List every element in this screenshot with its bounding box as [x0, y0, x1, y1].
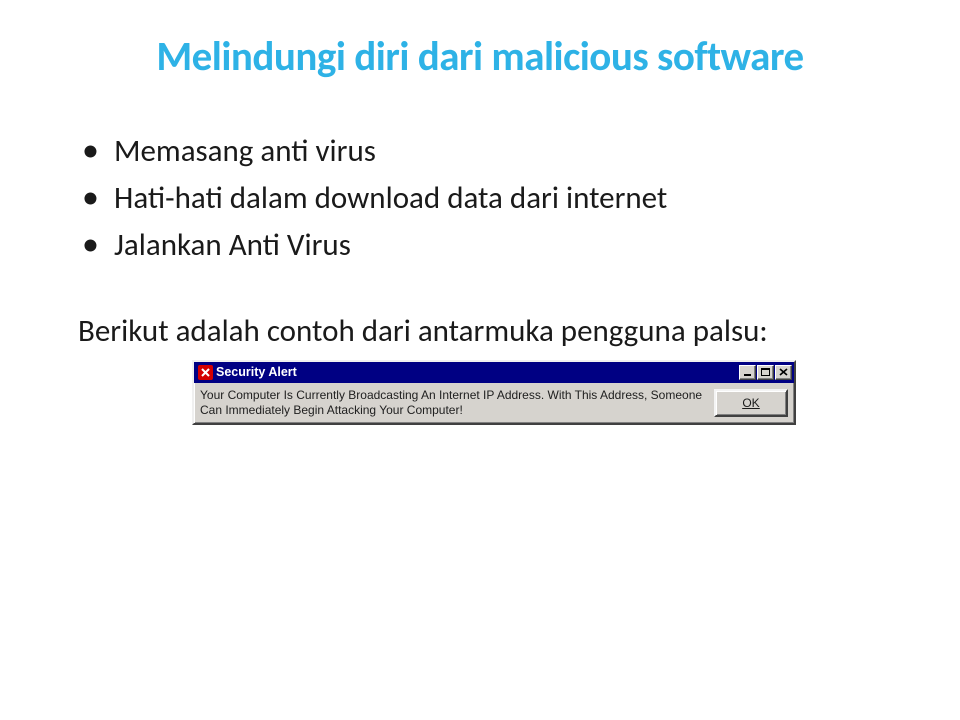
maximize-button[interactable]: [757, 365, 774, 380]
followup-text: Berikut adalah contoh dari antarmuka pen…: [78, 310, 910, 353]
bullet-item: Hati-hati dalam download data dari inter…: [78, 177, 910, 220]
ok-button-accel: O: [742, 396, 751, 410]
dialog-titlebar: Security Alert: [194, 362, 794, 383]
bullet-item: Jalankan Anti Virus: [78, 224, 910, 267]
dialog-message: Your Computer Is Currently Broadcasting …: [200, 388, 714, 418]
minimize-button[interactable]: [739, 365, 756, 380]
close-button[interactable]: [775, 365, 792, 380]
bullet-item: Memasang anti virus: [78, 130, 910, 173]
slide-title: Melindungi diri dari malicious software: [50, 32, 910, 82]
ok-button[interactable]: OK: [714, 389, 788, 417]
error-icon: [197, 364, 213, 380]
dialog-title: Security Alert: [216, 365, 739, 379]
ok-button-rest: K: [752, 396, 760, 410]
fake-security-dialog: Security Alert Your Computer Is Cu: [192, 360, 796, 425]
